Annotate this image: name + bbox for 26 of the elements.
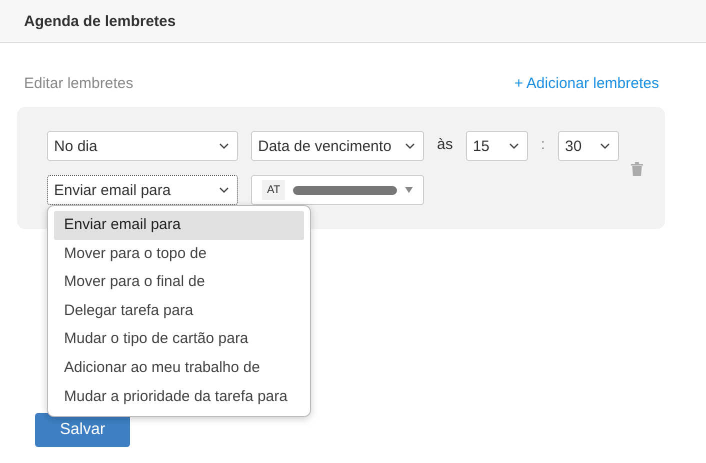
chevron-down-icon — [405, 143, 415, 149]
dropdown-option[interactable]: Enviar email para — [54, 211, 304, 240]
chevron-down-icon — [219, 143, 229, 149]
trash-icon[interactable] — [631, 162, 643, 176]
time-separator: : — [540, 136, 546, 152]
dropdown-option[interactable]: Mover para o final de — [54, 268, 304, 297]
dropdown-option[interactable]: Mudar o tipo de cartão para — [54, 325, 304, 354]
assignee-select[interactable]: AT — [251, 175, 424, 205]
chevron-down-icon — [508, 143, 519, 149]
save-button[interactable]: Salvar — [35, 413, 130, 447]
caret-down-icon — [405, 187, 413, 193]
dropdown-option[interactable]: Adicionar ao meu trabalho de — [54, 354, 304, 383]
page-title: Agenda de lembretes — [24, 12, 176, 30]
dropdown-option[interactable]: Delegar tarefa para — [54, 296, 304, 326]
chevron-down-icon — [219, 187, 229, 193]
date-select[interactable]: Data de vencimento — [251, 131, 424, 161]
chevron-down-icon — [600, 143, 610, 149]
time-label: às — [437, 136, 453, 152]
section-title: Editar lembretes — [24, 74, 134, 92]
minute-select[interactable]: 30 — [558, 131, 620, 161]
action-select[interactable]: Enviar email para — [47, 175, 238, 205]
avatar-initials: AT — [262, 180, 286, 200]
hour-select[interactable]: 15 — [466, 131, 528, 161]
day-select[interactable]: No dia — [47, 131, 238, 161]
dropdown-option[interactable]: Mudar a prioridade da tarefa para — [54, 382, 304, 412]
dropdown-option[interactable]: Mover para o topo de — [54, 240, 304, 268]
